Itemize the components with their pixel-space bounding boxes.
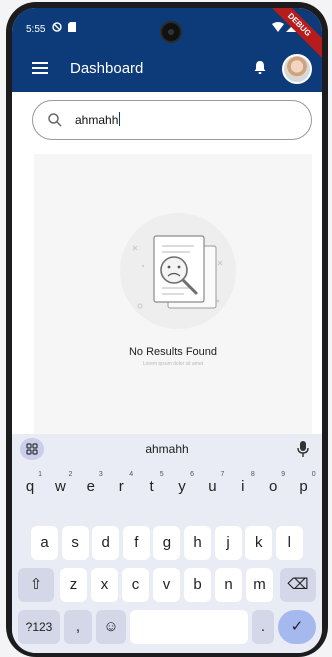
key-label: n [224,576,233,593]
key-g[interactable]: g [153,526,181,560]
page-title: Dashboard [70,60,144,77]
key-label: l [287,534,291,551]
key-label: d [101,534,110,551]
key-label: p [299,478,308,495]
key-label: k [254,534,263,551]
key-d[interactable]: d [92,526,120,560]
key-hint: 0 [311,471,316,478]
key-label: i [241,478,245,495]
wifi-icon [272,22,284,32]
space-bar[interactable] [130,610,248,644]
backspace-key[interactable]: ⌫ [280,568,316,602]
key-label: e [86,478,95,495]
on-screen-keyboard: ahmahh q1w2e3r4t5y6u7i8o9p0 asdfghjkl ⇧ … [12,434,322,653]
enter-key[interactable]: ✓ [278,610,316,644]
empty-state-title: No Results Found [128,346,218,358]
key-c[interactable]: c [122,568,149,602]
key-label: z [69,576,78,593]
key-n[interactable]: n [215,568,242,602]
key-hint: 5 [159,471,164,478]
key-label: r [118,478,124,495]
shift-key[interactable]: ⇧ [18,568,54,602]
symbols-key[interactable]: ?123 [18,610,60,644]
key-i[interactable]: i8 [229,470,257,504]
key-hint: 9 [281,471,286,478]
key-y[interactable]: y6 [168,470,196,504]
key-label: s [71,534,79,551]
key-w[interactable]: w2 [46,470,74,504]
key-m[interactable]: m [246,568,273,602]
key-p[interactable]: p0 [290,470,318,504]
key-l[interactable]: l [275,526,303,560]
key-o[interactable]: o9 [259,470,287,504]
key-hint: 4 [129,471,134,478]
app-bar: Dashboard [12,52,322,92]
key-hint: 6 [190,471,194,478]
key-label: x [100,576,109,593]
key-z[interactable]: z [60,568,87,602]
key-hint: 3 [98,471,103,478]
key-label: m [253,576,266,593]
period-key[interactable]: . [252,610,274,644]
key-hint: 2 [68,471,73,478]
key-e[interactable]: e3 [77,470,105,504]
key-v[interactable]: v [153,568,180,602]
microphone-icon[interactable] [296,440,310,458]
empty-state-panel: No Results Found Lorem ipsum dolor sit a… [34,154,312,434]
key-label: t [149,478,154,495]
key-label: w [54,478,66,495]
key-a[interactable]: a [31,526,58,560]
emoji-key[interactable]: ☺ [96,610,126,644]
key-hint: 8 [250,471,255,478]
key-label: f [134,534,139,551]
notification-bell-icon[interactable] [250,58,270,78]
key-x[interactable]: x [91,568,118,602]
sd-card-icon [68,22,76,32]
empty-state-subtitle: Lorem ipsum dolor sit amet [142,361,204,367]
key-label: b [193,576,202,593]
key-label: j [226,534,230,551]
suggestion-strip: ahmahh [12,434,322,464]
hamburger-menu-icon[interactable] [32,62,48,76]
comma-key[interactable]: , [64,610,92,644]
key-b[interactable]: b [184,568,211,602]
key-label: v [162,576,171,593]
status-bar: 5:55 DEBUG [12,8,322,62]
key-label: a [40,534,49,551]
key-label: o [269,478,278,495]
screen: 5:55 DEBUG Dashboard ahmahh No Results F… [12,8,322,653]
key-hint: 7 [220,471,225,478]
suggestion-word[interactable]: ahmahh [12,442,322,456]
do-not-disturb-icon [52,22,62,32]
user-avatar[interactable] [282,54,312,84]
no-results-illustration-icon [120,213,236,329]
app-header: 5:55 DEBUG Dashboard [12,8,322,92]
key-h[interactable]: h [184,526,211,560]
key-u[interactable]: u7 [198,470,226,504]
key-f[interactable]: f [122,526,150,560]
key-label: y [178,478,186,495]
key-s[interactable]: s [61,526,89,560]
search-icon [48,113,62,127]
key-t[interactable]: t5 [138,470,166,504]
key-label: g [162,534,172,551]
key-label: c [131,576,140,593]
front-camera [160,21,182,43]
key-k[interactable]: k [245,526,273,560]
key-label: q [25,478,35,495]
search-field[interactable]: ahmahh [32,100,312,140]
key-label: h [193,534,202,551]
text-cursor [119,112,121,126]
key-q[interactable]: q1 [16,470,44,504]
key-hint: 1 [38,471,42,478]
key-label: u [208,478,217,495]
search-input[interactable]: ahmahh [75,112,121,127]
status-time: 5:55 [26,24,46,35]
key-j[interactable]: j [214,526,242,560]
key-r[interactable]: r4 [107,470,135,504]
